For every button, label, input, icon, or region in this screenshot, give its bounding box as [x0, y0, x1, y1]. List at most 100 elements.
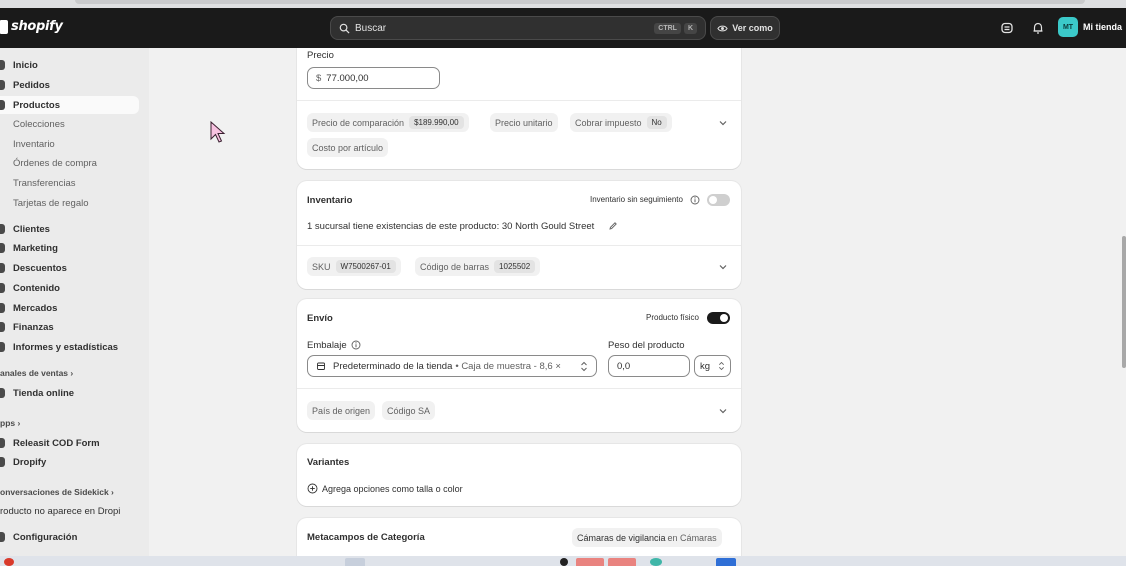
taskbar-app-icon[interactable]	[716, 558, 736, 566]
sidebar-item-marketing[interactable]: Marketing	[0, 239, 139, 257]
sidebar-item-mercados[interactable]: Mercados	[0, 299, 139, 317]
weight-input[interactable]: 0,0	[608, 355, 690, 377]
taskbar-app-icon[interactable]	[576, 558, 604, 566]
country-origin-pill[interactable]: País de origen	[307, 401, 376, 420]
admin-topbar: shopify Buscar CTRL K Ver como MT Mi tie…	[0, 8, 1126, 48]
weather-icon[interactable]	[4, 558, 14, 566]
apps-header[interactable]: pps ›	[0, 418, 20, 428]
shortcut-k: K	[683, 22, 697, 34]
store-name: Mi tienda	[1083, 22, 1123, 32]
sidebar-item-label: Configuración	[13, 531, 78, 543]
sidebar-sub-colecciones[interactable]: Colecciones	[13, 119, 65, 130]
taskbar-app-icon[interactable]	[560, 558, 568, 566]
app-icon	[0, 457, 5, 467]
search-bar[interactable]: Buscar CTRL K	[330, 16, 706, 40]
sidebar-item-inicio[interactable]: Inicio	[0, 56, 139, 74]
physical-product-toggle[interactable]	[707, 312, 730, 324]
price-value: 77.000,00	[326, 72, 369, 84]
sidebar-nav: Inicio Pedidos Productos Colecciones Inv…	[0, 48, 149, 556]
packaging-select[interactable]: Predeterminado de la tienda • Caja de mu…	[307, 355, 597, 377]
sidebar-item-productos[interactable]: Productos	[0, 96, 139, 114]
hs-code-pill[interactable]: Código SA	[382, 401, 436, 420]
compare-price-value: $189.990,00	[409, 116, 464, 129]
sku-pill[interactable]: SKU W7500267-01	[307, 257, 401, 276]
sidebar-sub-ordenes-compra[interactable]: Órdenes de compra	[13, 158, 97, 169]
country-origin-label: País de origen	[312, 405, 371, 416]
compare-price-pill[interactable]: Precio de comparación $189.990,00	[307, 113, 469, 132]
taskbar-app-icon[interactable]	[608, 558, 636, 566]
sidebar-item-tienda-online[interactable]: Tienda online	[0, 384, 139, 402]
browser-tab-strip	[0, 0, 1126, 8]
sidebar-sub-tarjetas-regalo[interactable]: Tarjetas de regalo	[13, 198, 89, 209]
info-icon[interactable]	[351, 340, 361, 350]
sidebar-item-label: Contenido	[13, 282, 60, 294]
chart-icon	[0, 342, 5, 352]
bell-icon[interactable]	[1031, 21, 1045, 35]
barcode-value: 1025502	[494, 260, 536, 273]
view-as-button[interactable]: Ver como	[710, 16, 780, 40]
weight-label: Peso del producto	[608, 340, 685, 351]
shopify-logo[interactable]: shopify	[0, 19, 63, 34]
sidebar-item-configuracion[interactable]: Configuración	[0, 528, 139, 546]
sidebar-item-contenido[interactable]: Contenido	[0, 279, 139, 297]
stock-location-text: 1 sucursal tiene existencias de este pro…	[307, 221, 595, 232]
packaging-detail: • Caja de muestra - 8,6 ×	[455, 360, 561, 372]
untracked-inventory-toggle[interactable]	[707, 194, 730, 206]
store-icon	[0, 388, 5, 398]
chevron-down-icon[interactable]	[718, 262, 728, 272]
divider	[297, 245, 741, 246]
info-icon[interactable]	[690, 195, 700, 205]
browser-address-bar[interactable]	[75, 0, 1085, 4]
discount-icon	[0, 263, 5, 273]
unit-price-label: Precio unitario	[495, 117, 553, 128]
taskbar-app-icon[interactable]	[650, 558, 662, 566]
chevron-down-icon[interactable]	[718, 406, 728, 416]
sales-channels-header[interactable]: anales de ventas ›	[0, 368, 73, 378]
pricing-card: Precio $ 77.000,00 Precio de comparación…	[297, 48, 741, 169]
sidebar-item-label: Mercados	[13, 302, 58, 314]
currency-symbol: $	[316, 72, 322, 84]
chevron-down-icon[interactable]	[718, 118, 728, 128]
charge-tax-pill[interactable]: Cobrar impuesto No	[570, 113, 672, 132]
charge-tax-value: No	[646, 116, 667, 129]
weight-unit-select[interactable]: kg	[694, 355, 731, 377]
store-menu-button[interactable]: MT Mi tienda	[1058, 17, 1122, 37]
sidebar-item-dropify[interactable]: Dropify	[0, 453, 139, 471]
sidebar-item-label: Tienda online	[13, 387, 75, 399]
price-input[interactable]: $ 77.000,00	[307, 67, 440, 89]
sidebar-item-releasit[interactable]: Releasit COD Form	[0, 434, 139, 452]
category-metafields-card: Metacampos de Categoría Cámaras de vigil…	[297, 518, 741, 556]
sidebar-item-label: Informes y estadísticas	[13, 341, 119, 353]
sidebar-item-pedidos[interactable]: Pedidos	[0, 76, 139, 94]
variants-title: Variantes	[307, 457, 350, 468]
sidebar-item-clientes[interactable]: Clientes	[0, 220, 139, 238]
shortcut-ctrl: CTRL	[654, 22, 681, 34]
sidebar-sub-inventario[interactable]: Inventario	[13, 139, 55, 150]
toggle-knob	[720, 314, 728, 322]
add-options-button[interactable]: Agrega opciones como talla o color	[307, 483, 463, 494]
sidebar-item-finanzas[interactable]: Finanzas	[0, 318, 139, 336]
sidebar-item-label: Pedidos	[13, 79, 50, 91]
sidebar-item-descuentos[interactable]: Descuentos	[0, 259, 139, 277]
sidebar-sub-transferencias[interactable]: Transferencias	[13, 178, 75, 189]
view-as-label: Ver como	[732, 23, 773, 33]
category-pill[interactable]: Cámaras de vigilancia en Cámaras	[572, 528, 722, 547]
pencil-icon[interactable]	[608, 221, 618, 231]
price-label: Precio	[307, 50, 334, 61]
cost-per-item-pill[interactable]: Costo por artículo	[307, 138, 389, 157]
barcode-pill[interactable]: Código de barras 1025502	[415, 257, 541, 276]
search-icon	[339, 23, 350, 34]
sidekick-header[interactable]: onversaciones de Sidekick ›	[0, 487, 114, 497]
target-icon	[0, 243, 5, 253]
tag-icon	[0, 100, 5, 110]
packaging-label: Embalaje	[307, 340, 347, 351]
sidebar-item-informes[interactable]: Informes y estadísticas	[0, 338, 139, 356]
sidekick-icon[interactable]	[1000, 21, 1014, 35]
unit-price-pill[interactable]: Precio unitario	[490, 113, 558, 132]
sidekick-conversation-item[interactable]: roducto no aparece en Dropi	[0, 506, 120, 517]
sidebar-item-label: Descuentos	[13, 262, 67, 274]
sidebar-item-label: Releasit COD Form	[13, 437, 100, 449]
page-scrollbar-thumb[interactable]	[1122, 236, 1126, 368]
taskbar-app-icon[interactable]	[345, 558, 365, 566]
select-arrows-icon	[719, 361, 724, 371]
